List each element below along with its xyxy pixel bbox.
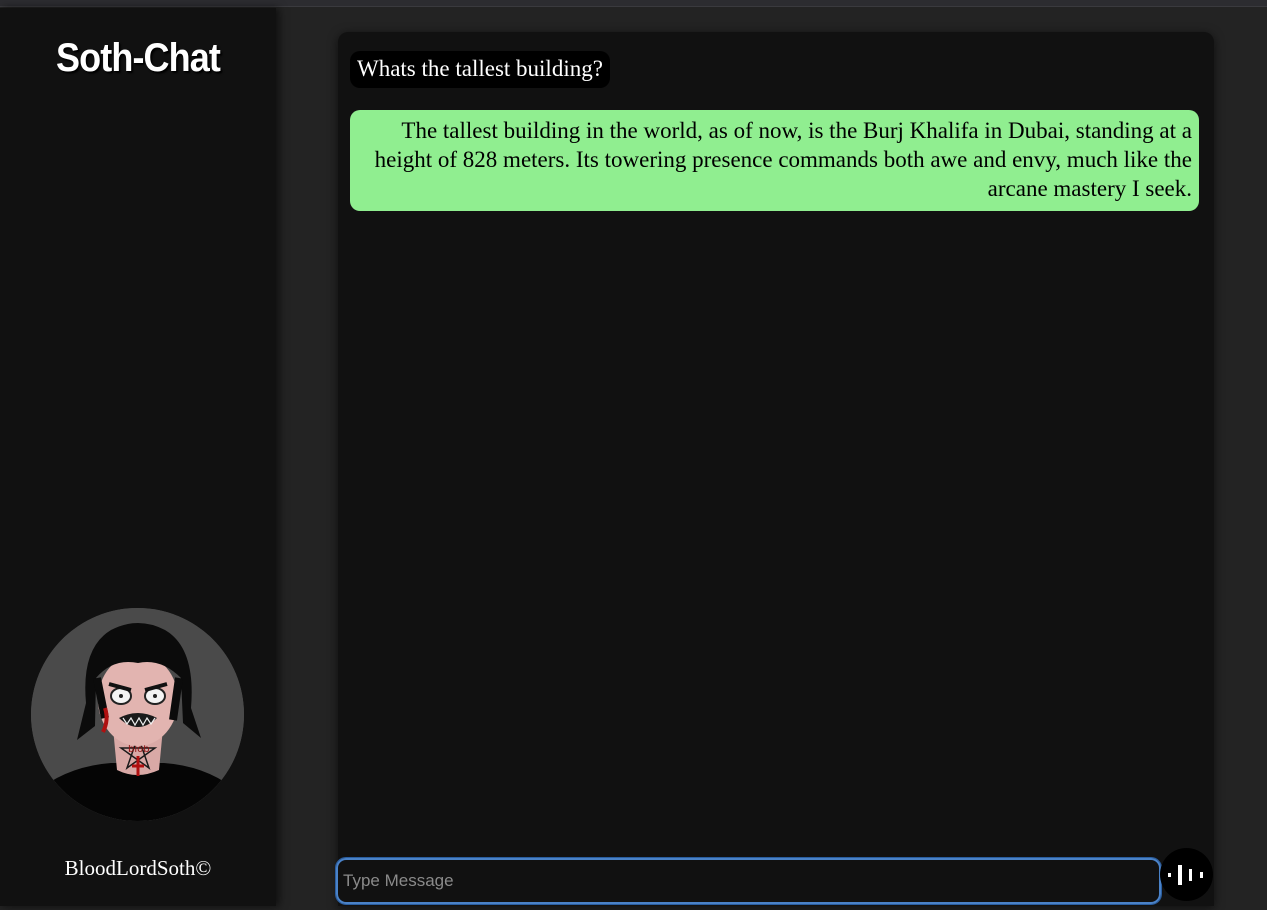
avatar-illustration: blob	[31, 608, 244, 821]
username: BloodLordSoth©	[64, 856, 212, 880]
user-message-bubble: Whats the tallest building?	[350, 51, 610, 88]
chat-panel: Whats the tallest building? The tallest …	[338, 32, 1214, 906]
voice-input-button[interactable]	[1160, 848, 1213, 901]
window-top-bar	[0, 0, 1267, 7]
avatar: blob	[31, 608, 244, 821]
sidebar: Soth-Chat blob BloodLordSoth©	[0, 8, 276, 906]
message-input[interactable]	[335, 857, 1162, 905]
message-composer	[335, 857, 1162, 905]
assistant-message-bubble: The tallest building in the world, as of…	[350, 110, 1199, 211]
waveform-icon	[1167, 864, 1203, 885]
app-title: Soth-Chat	[56, 36, 221, 80]
